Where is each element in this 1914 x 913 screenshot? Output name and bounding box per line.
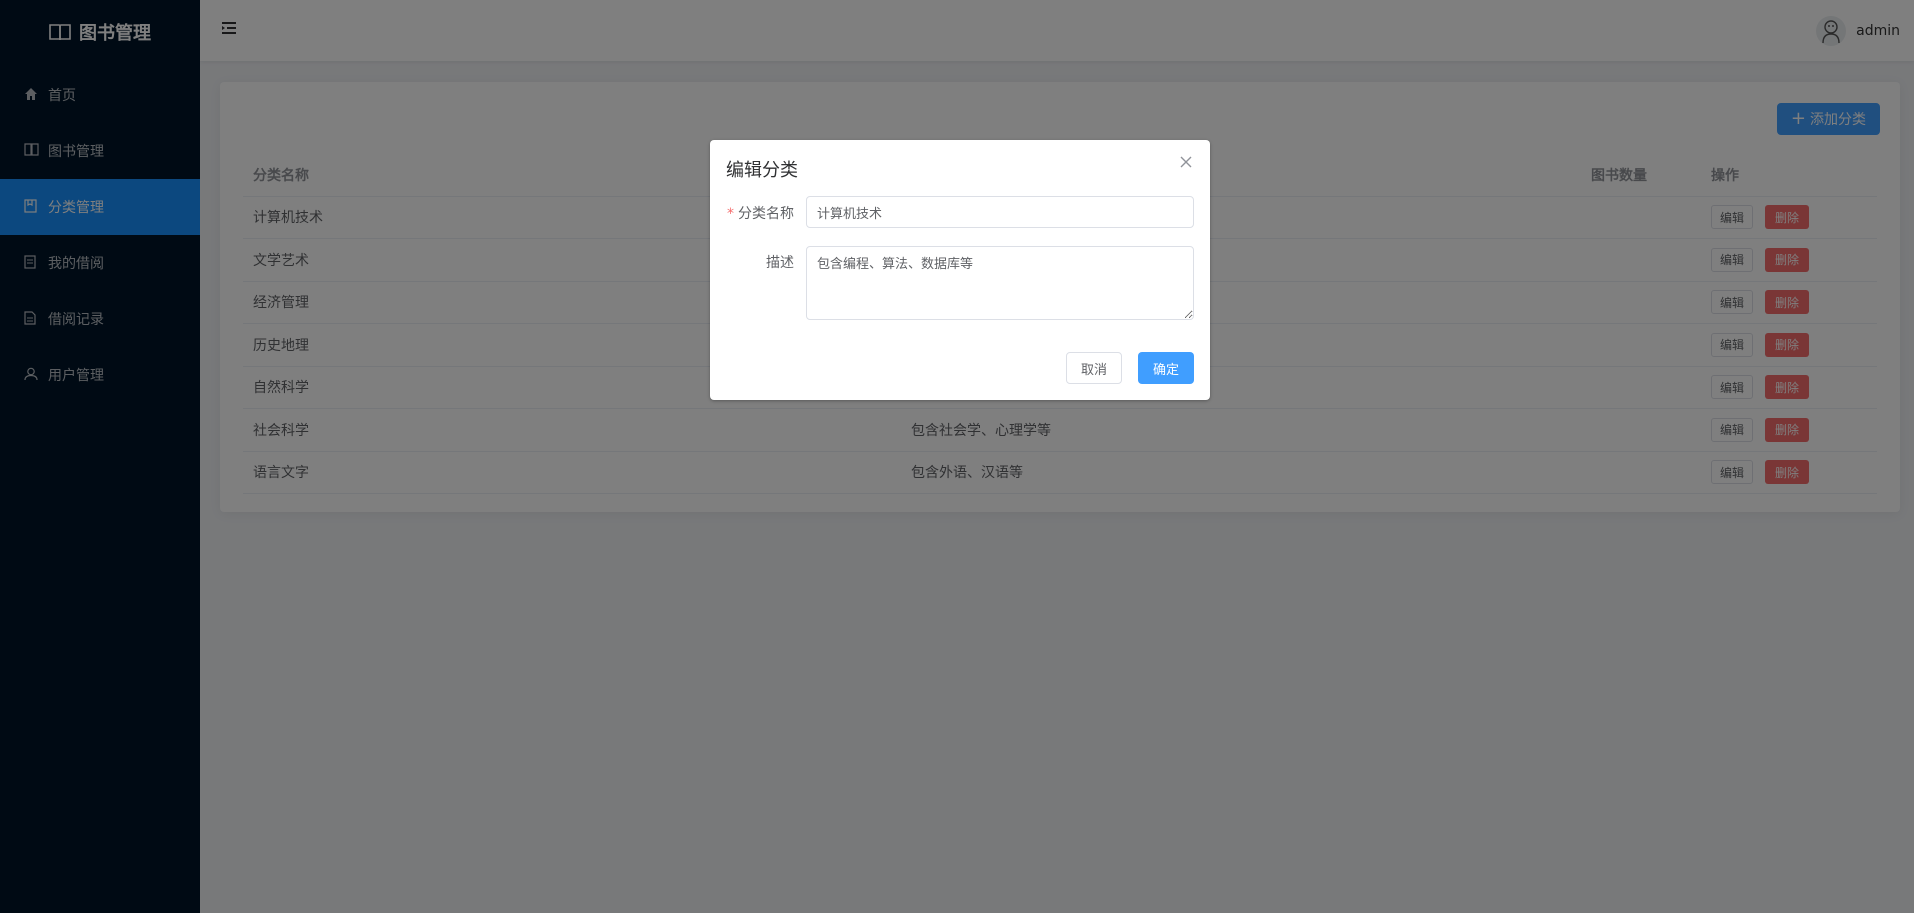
modal-overlay[interactable] xyxy=(0,0,1914,913)
form-row-name: * 分类名称 xyxy=(710,196,1210,228)
name-label: * 分类名称 xyxy=(727,203,794,223)
desc-label: 描述 xyxy=(766,255,794,271)
required-mark: * xyxy=(727,206,734,222)
name-label-text: 分类名称 xyxy=(738,206,794,222)
app-root: 图书管理 首页 图书管理 分类管理 我的借阅 xyxy=(0,0,1914,913)
description-textarea[interactable]: 包含编程、算法、数据库等 xyxy=(806,246,1194,320)
cancel-button[interactable]: 取消 xyxy=(1065,352,1122,384)
form-row-desc: 描述 包含编程、算法、数据库等 xyxy=(710,246,1210,320)
confirm-button[interactable]: 确定 xyxy=(1137,352,1194,384)
category-name-input[interactable] xyxy=(806,196,1194,228)
close-icon[interactable] xyxy=(1180,156,1194,170)
dialog-title: 编辑分类 xyxy=(726,160,798,181)
edit-category-dialog: 编辑分类 *分类名称 描述 包含编程、算法、数据库等 取消 确定 xyxy=(710,140,1210,400)
